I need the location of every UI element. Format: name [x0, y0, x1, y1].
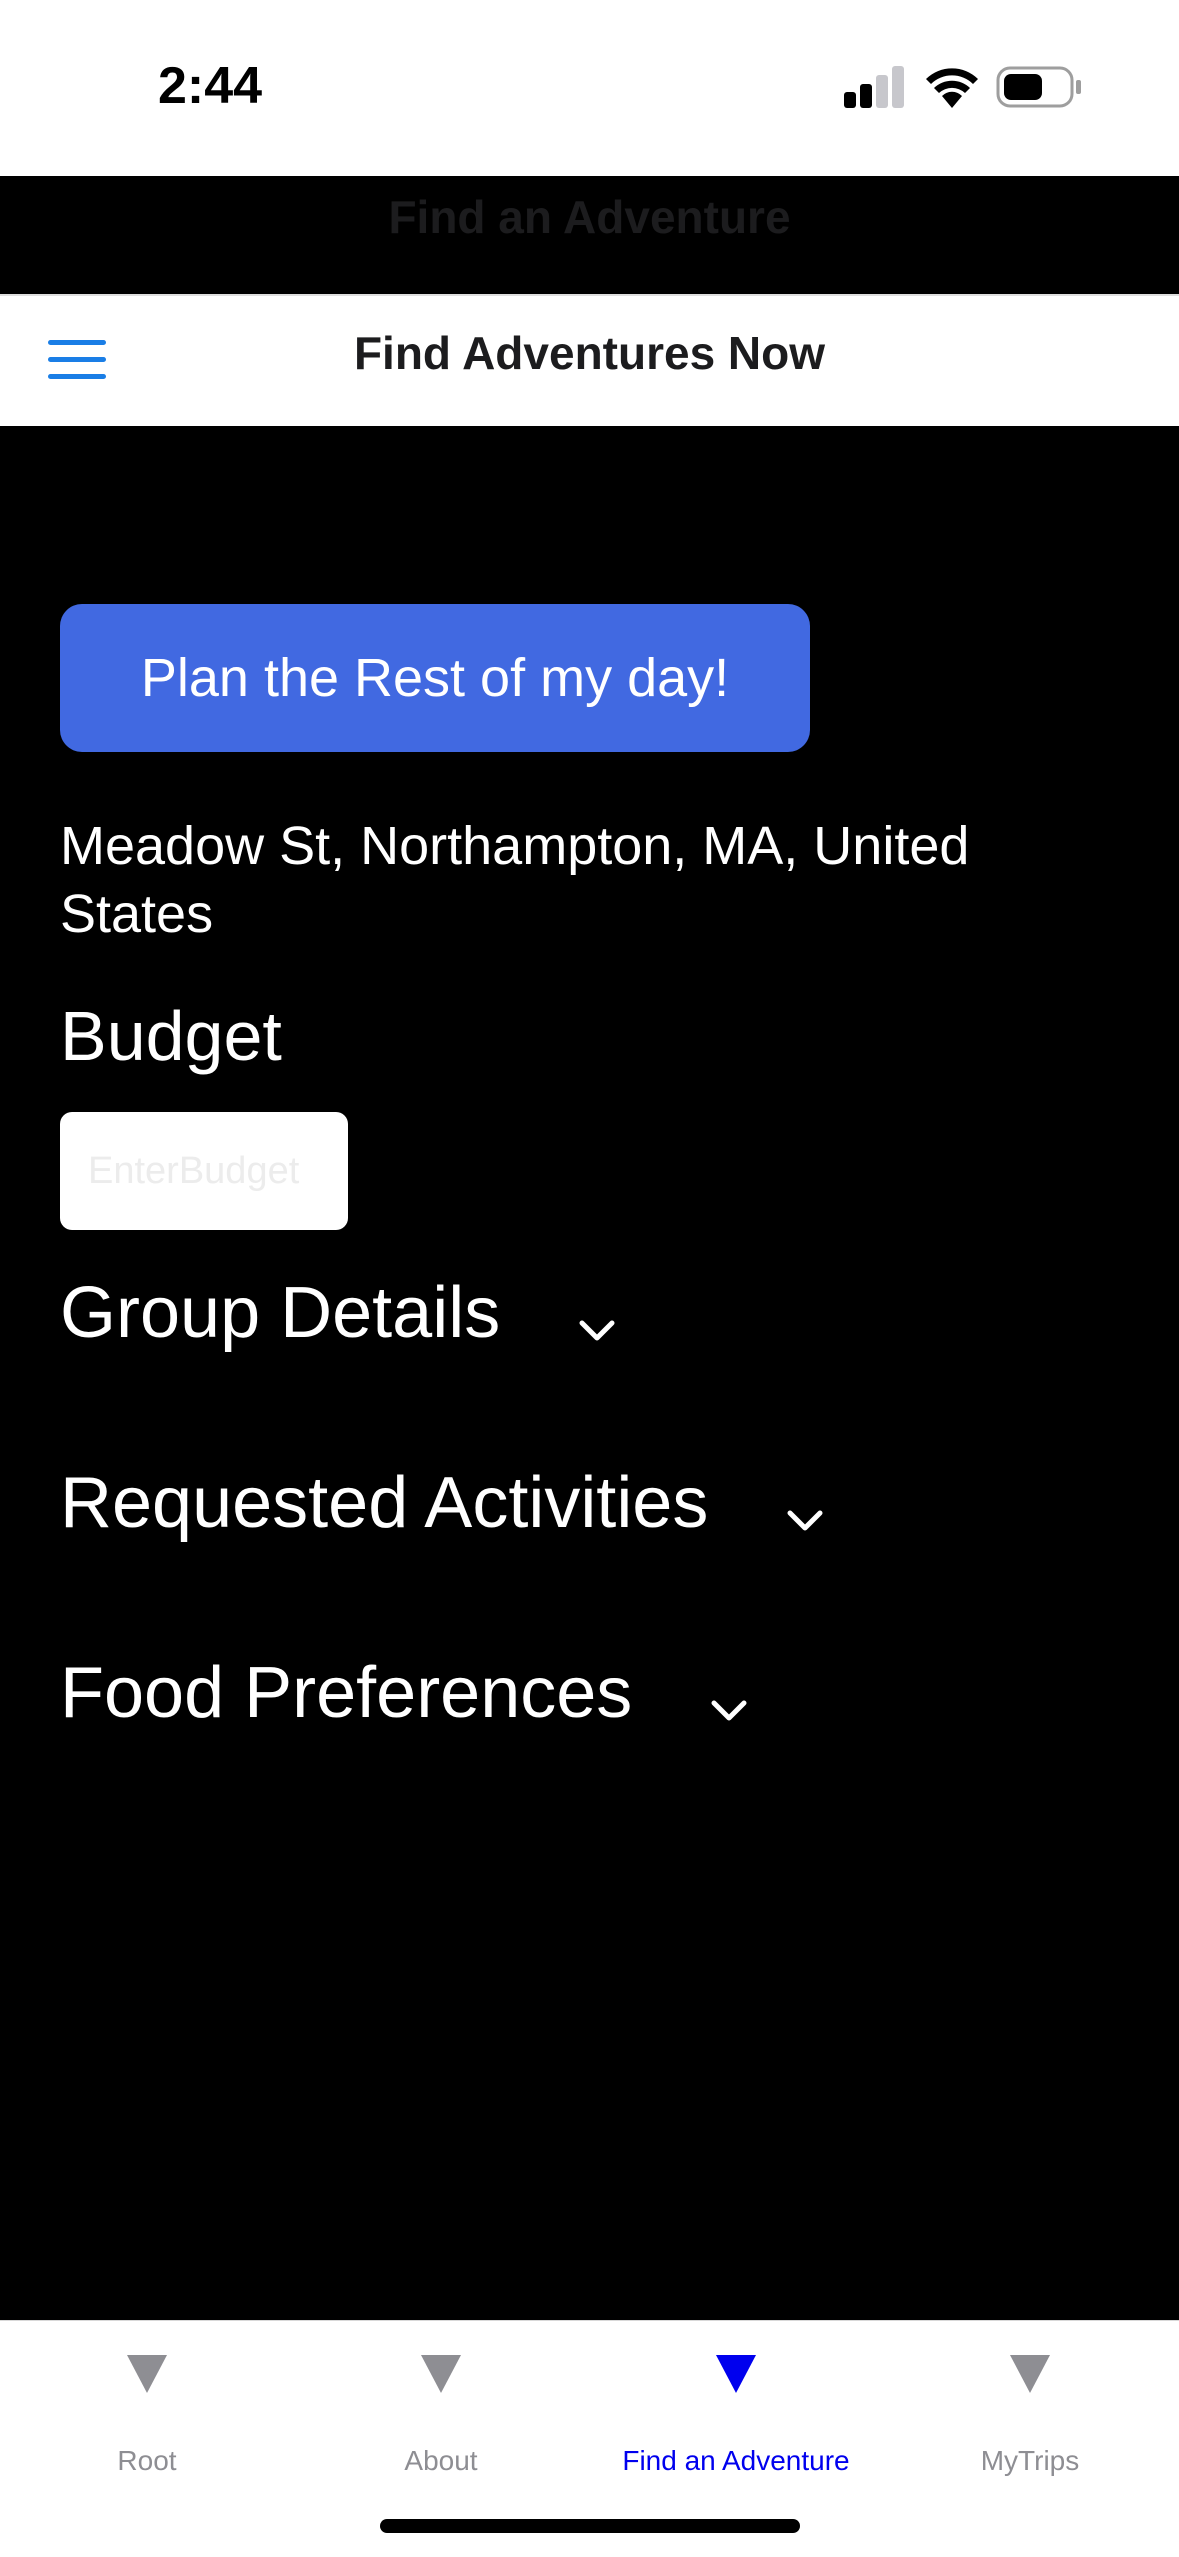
plan-day-button[interactable]: Plan the Rest of my day! [60, 604, 810, 752]
tab-root[interactable]: Root [0, 2321, 294, 2501]
group-details-toggle[interactable]: Group Details [60, 1272, 616, 1354]
chevron-down-icon [579, 1320, 615, 1341]
triangle-down-icon [716, 2355, 756, 2393]
budget-input[interactable] [60, 1112, 348, 1230]
chevron-down-icon [711, 1700, 747, 1721]
home-indicator[interactable] [380, 2519, 800, 2533]
wifi-icon [926, 68, 978, 108]
requested-activities-toggle[interactable]: Requested Activities [60, 1462, 824, 1544]
battery-icon [996, 66, 1081, 108]
food-preferences-label: Food Preferences [60, 1653, 633, 1733]
budget-label: Budget [60, 997, 282, 1075]
location-address: Meadow St, Northampton, MA, United State… [60, 816, 970, 944]
status-time: 2:44 [158, 57, 263, 115]
tab-mytrips-label: MyTrips [980, 2445, 1080, 2476]
nav-title: Find an Adventure [388, 191, 791, 243]
tab-find-an-adventure[interactable]: Find an Adventure [589, 2321, 883, 2501]
status-bar: 2:44 Find an Adventure [0, 0, 1179, 243]
tab-about-label: About [404, 2445, 478, 2476]
tab-mytrips[interactable]: MyTrips [883, 2321, 1177, 2501]
tab-about[interactable]: About [294, 2321, 588, 2501]
triangle-down-icon [1010, 2355, 1050, 2393]
chevron-down-icon [787, 1510, 823, 1531]
triangle-down-icon [421, 2355, 461, 2393]
tab-find-an-adventure-label: Find an Adventure [622, 2445, 850, 2476]
triangle-down-icon [127, 2355, 167, 2393]
food-preferences-toggle[interactable]: Food Preferences [60, 1652, 748, 1734]
tab-root-label: Root [117, 2445, 177, 2476]
requested-activities-label: Requested Activities [60, 1463, 709, 1543]
group-details-label: Group Details [60, 1273, 501, 1353]
signal-icon [844, 66, 904, 108]
header-title: Find Adventures Now [353, 327, 826, 379]
